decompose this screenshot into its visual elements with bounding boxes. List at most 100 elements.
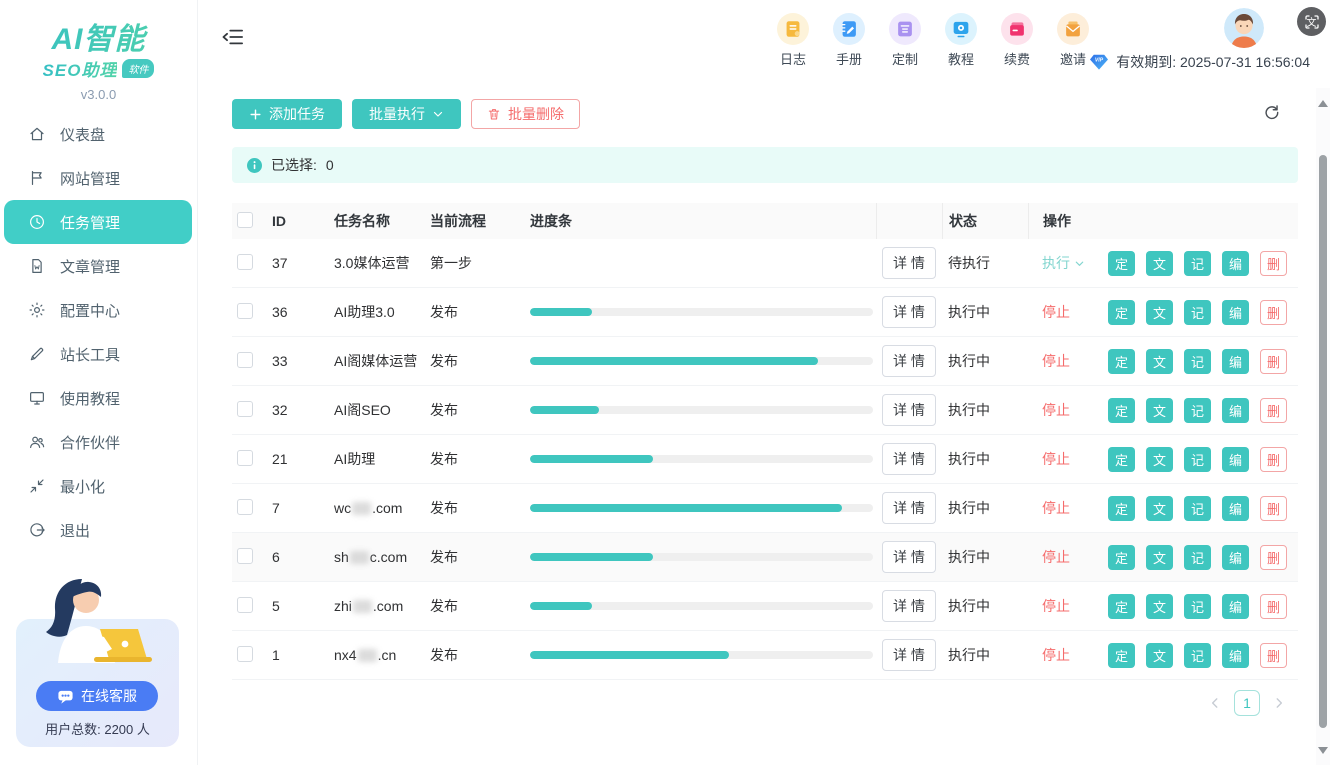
row-checkbox[interactable]: [237, 499, 253, 515]
row-checkbox[interactable]: [237, 352, 253, 368]
action-record-button[interactable]: 记: [1184, 594, 1211, 619]
batch-delete-button[interactable]: 批量删除: [471, 99, 580, 129]
action-record-button[interactable]: 记: [1184, 398, 1211, 423]
action-edit-button[interactable]: 编: [1222, 300, 1249, 325]
action-edit-button[interactable]: 编: [1222, 447, 1249, 472]
action-schedule-button[interactable]: 定: [1108, 643, 1135, 668]
action-delete-button[interactable]: 删: [1260, 398, 1287, 423]
action-article-button[interactable]: 文: [1146, 398, 1173, 423]
action-record-button[interactable]: 记: [1184, 349, 1211, 374]
prev-page-icon[interactable]: [1208, 696, 1222, 710]
user-avatar[interactable]: [1224, 8, 1264, 48]
action-delete-button[interactable]: 删: [1260, 251, 1287, 276]
action-delete-button[interactable]: 删: [1260, 594, 1287, 619]
action-edit-button[interactable]: 编: [1222, 251, 1249, 276]
action-article-button[interactable]: 文: [1146, 300, 1173, 325]
detail-button[interactable]: 详 情: [882, 296, 936, 328]
action-schedule-button[interactable]: 定: [1108, 349, 1135, 374]
stop-link[interactable]: 停止: [1042, 596, 1094, 616]
next-page-icon[interactable]: [1272, 696, 1286, 710]
row-checkbox[interactable]: [237, 597, 253, 613]
stop-link[interactable]: 停止: [1042, 547, 1094, 567]
action-record-button[interactable]: 记: [1184, 496, 1211, 521]
scroll-down-arrow[interactable]: [1318, 747, 1328, 755]
action-schedule-button[interactable]: 定: [1108, 545, 1135, 570]
detail-button[interactable]: 详 情: [882, 247, 936, 279]
shortcut-course[interactable]: 教程: [943, 13, 979, 68]
action-schedule-button[interactable]: 定: [1108, 447, 1135, 472]
action-delete-button[interactable]: 删: [1260, 300, 1287, 325]
shortcut-invite[interactable]: 邀请: [1055, 13, 1091, 68]
row-checkbox[interactable]: [237, 646, 253, 662]
stop-link[interactable]: 停止: [1042, 498, 1094, 518]
action-delete-button[interactable]: 删: [1260, 643, 1287, 668]
action-edit-button[interactable]: 编: [1222, 643, 1249, 668]
refresh-icon[interactable]: [1262, 103, 1282, 123]
stop-link[interactable]: 停止: [1042, 645, 1094, 665]
action-article-button[interactable]: 文: [1146, 594, 1173, 619]
action-schedule-button[interactable]: 定: [1108, 251, 1135, 276]
row-checkbox[interactable]: [237, 303, 253, 319]
online-support-button[interactable]: 在线客服: [36, 681, 158, 711]
action-edit-button[interactable]: 编: [1222, 496, 1249, 521]
action-edit-button[interactable]: 编: [1222, 398, 1249, 423]
collapse-sidebar-icon[interactable]: [222, 27, 244, 47]
stop-link[interactable]: 停止: [1042, 449, 1094, 469]
action-delete-button[interactable]: 删: [1260, 545, 1287, 570]
action-article-button[interactable]: 文: [1146, 496, 1173, 521]
shortcut-manual[interactable]: 手册: [831, 13, 867, 68]
row-checkbox[interactable]: [237, 450, 253, 466]
detail-button[interactable]: 详 情: [882, 345, 936, 377]
page-number[interactable]: 1: [1234, 690, 1260, 716]
batch-run-button[interactable]: 批量执行: [352, 99, 461, 129]
action-article-button[interactable]: 文: [1146, 643, 1173, 668]
action-schedule-button[interactable]: 定: [1108, 594, 1135, 619]
sidebar-item-home[interactable]: 仪表盘: [0, 112, 197, 156]
action-edit-button[interactable]: 编: [1222, 594, 1249, 619]
action-record-button[interactable]: 记: [1184, 447, 1211, 472]
sidebar-item-gear[interactable]: 配置中心: [0, 288, 197, 332]
sidebar-item-logout[interactable]: 退出: [0, 508, 197, 552]
action-article-button[interactable]: 文: [1146, 349, 1173, 374]
action-schedule-button[interactable]: 定: [1108, 496, 1135, 521]
row-checkbox[interactable]: [237, 548, 253, 564]
translate-icon[interactable]: 文: [1297, 7, 1326, 36]
detail-button[interactable]: 详 情: [882, 394, 936, 426]
action-delete-button[interactable]: 删: [1260, 349, 1287, 374]
sidebar-item-doc[interactable]: 文章管理: [0, 244, 197, 288]
action-schedule-button[interactable]: 定: [1108, 300, 1135, 325]
action-edit-button[interactable]: 编: [1222, 545, 1249, 570]
scrollbar-thumb[interactable]: [1319, 155, 1327, 728]
select-all-checkbox[interactable]: [237, 212, 253, 228]
sidebar-item-monitor[interactable]: 使用教程: [0, 376, 197, 420]
detail-button[interactable]: 详 情: [882, 492, 936, 524]
action-delete-button[interactable]: 删: [1260, 496, 1287, 521]
row-checkbox[interactable]: [237, 254, 253, 270]
run-link[interactable]: 执行: [1042, 253, 1094, 273]
detail-button[interactable]: 详 情: [882, 590, 936, 622]
row-checkbox[interactable]: [237, 401, 253, 417]
action-edit-button[interactable]: 编: [1222, 349, 1249, 374]
shortcut-custom[interactable]: 定制: [887, 13, 923, 68]
action-delete-button[interactable]: 删: [1260, 447, 1287, 472]
sidebar-item-people[interactable]: 合作伙伴: [0, 420, 197, 464]
scroll-up-arrow[interactable]: [1318, 100, 1328, 108]
action-record-button[interactable]: 记: [1184, 545, 1211, 570]
detail-button[interactable]: 详 情: [882, 639, 936, 671]
action-article-button[interactable]: 文: [1146, 251, 1173, 276]
sidebar-item-minimize[interactable]: 最小化: [0, 464, 197, 508]
add-task-button[interactable]: 添加任务: [232, 99, 342, 129]
action-record-button[interactable]: 记: [1184, 300, 1211, 325]
action-record-button[interactable]: 记: [1184, 251, 1211, 276]
action-record-button[interactable]: 记: [1184, 643, 1211, 668]
shortcut-renew[interactable]: 续费: [999, 13, 1035, 68]
sidebar-item-tool[interactable]: 站长工具: [0, 332, 197, 376]
detail-button[interactable]: 详 情: [882, 443, 936, 475]
action-schedule-button[interactable]: 定: [1108, 398, 1135, 423]
action-article-button[interactable]: 文: [1146, 545, 1173, 570]
shortcut-log[interactable]: 日志: [775, 13, 811, 68]
sidebar-item-clock[interactable]: 任务管理: [4, 200, 192, 244]
sidebar-item-flag[interactable]: 网站管理: [0, 156, 197, 200]
stop-link[interactable]: 停止: [1042, 351, 1094, 371]
stop-link[interactable]: 停止: [1042, 400, 1094, 420]
